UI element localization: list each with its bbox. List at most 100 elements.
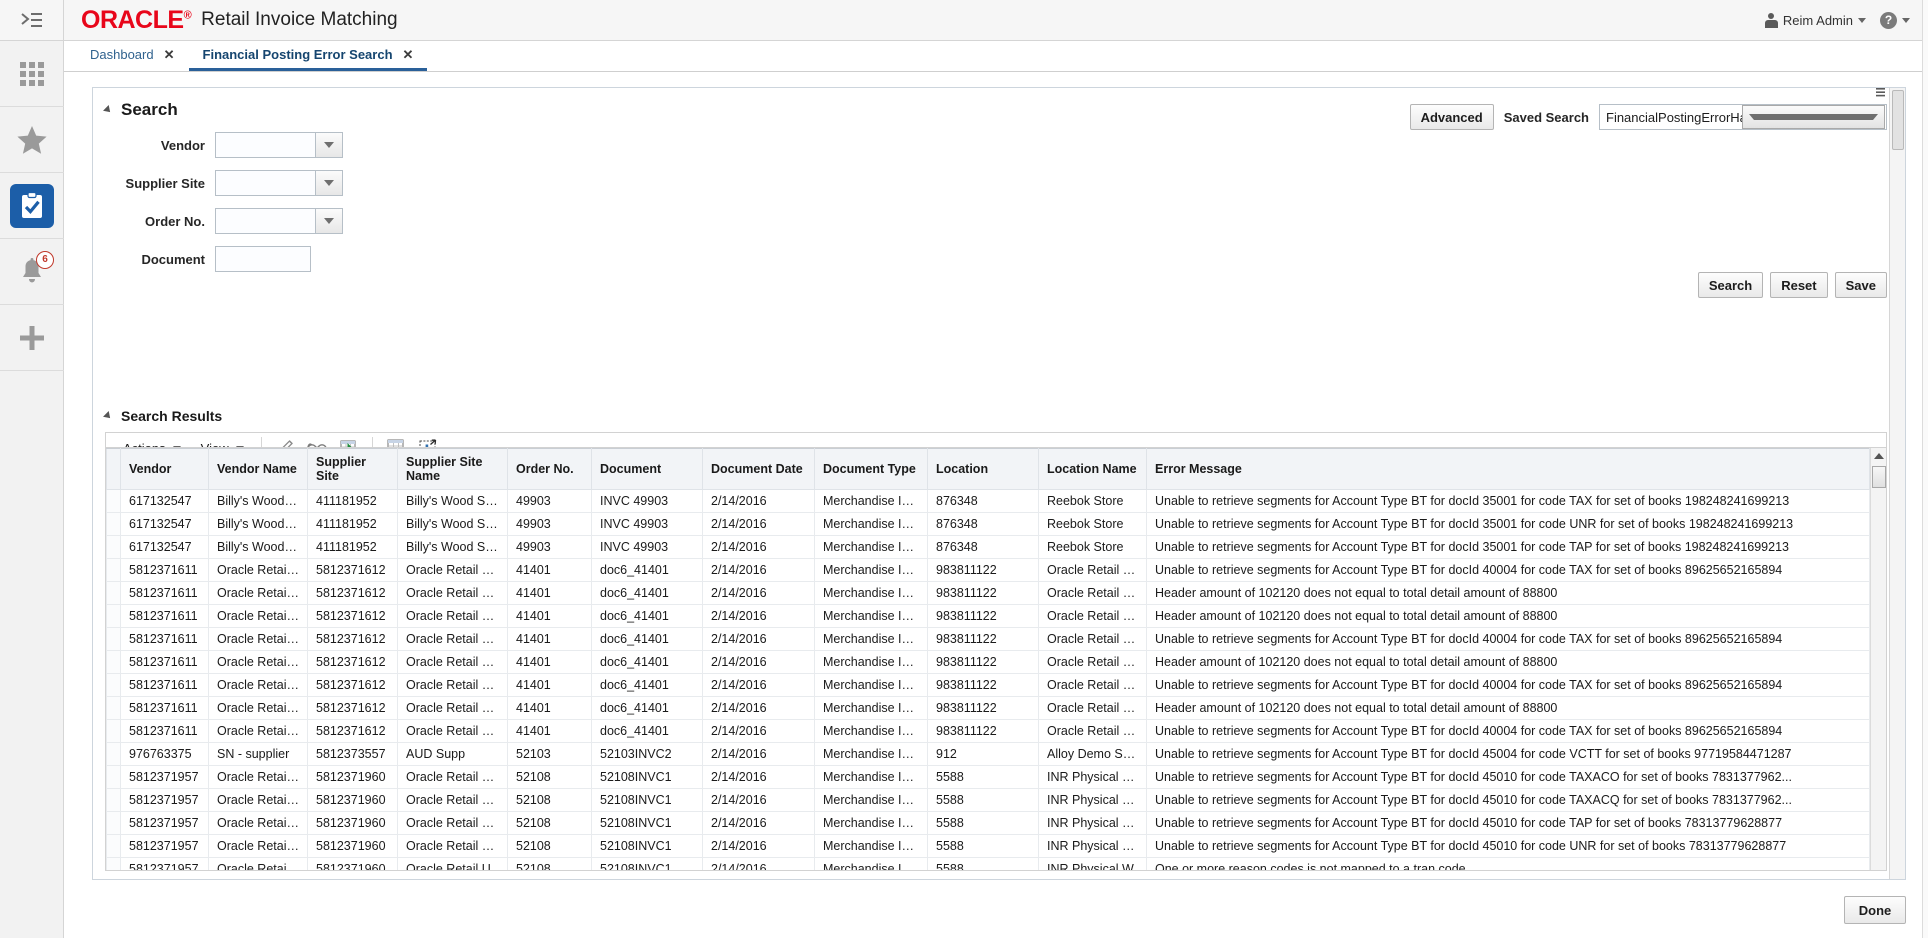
rail-item-tasks[interactable] [0,173,64,239]
table-cell: Merchandise Invoic [815,674,928,697]
table-cell: INR Physical W... [1039,812,1147,835]
collapse-triangle-icon[interactable] [103,411,113,421]
row-select-cell[interactable] [107,651,121,674]
user-menu[interactable]: Reim Admin [1765,13,1866,28]
document-label: Document [105,252,215,267]
table-row[interactable]: 617132547Billy's Wood Su...411181952Bill… [107,536,1870,559]
column-header-vendor[interactable]: Vendor [121,449,209,490]
supplier-site-lov[interactable] [215,170,343,196]
menu-toggle-button[interactable] [0,0,63,41]
table-cell: 5588 [928,789,1039,812]
table-cell: Merchandise Invoic [815,605,928,628]
rail-item-notifications[interactable]: 6 [0,239,64,305]
advanced-button[interactable]: Advanced [1410,104,1494,130]
supplier-site-dropdown-button[interactable] [315,171,342,195]
row-select-cell[interactable] [107,490,121,513]
row-select-cell[interactable] [107,766,121,789]
search-action-buttons: Search Reset Save [1698,272,1887,298]
table-row[interactable]: 5812371611Oracle Retail U...5812371612Or… [107,559,1870,582]
table-row[interactable]: 5812371611Oracle Retail U...5812371612Or… [107,697,1870,720]
table-cell: Oracle Retail U... [398,605,508,628]
resize-grip-icon[interactable] [1876,88,1885,99]
row-select-cell[interactable] [107,858,121,871]
rail-item-add[interactable] [0,305,64,371]
row-select-cell[interactable] [107,743,121,766]
help-menu[interactable]: ? [1880,12,1910,29]
tab-dashboard-close-icon[interactable]: ✕ [164,47,175,63]
done-button[interactable]: Done [1844,896,1906,924]
panel-scroll-thumb[interactable] [1892,90,1904,150]
table-row[interactable]: 5812371611Oracle Retail U...5812371612Or… [107,651,1870,674]
table-row[interactable]: 5812371957Oracle Retail U...5812371960Or… [107,789,1870,812]
order-no-lov[interactable] [215,208,343,234]
table-cell: 5812371957 [121,812,209,835]
column-header-supplier-site-name[interactable]: Supplier Site Name [398,449,508,490]
collapse-triangle-icon[interactable] [103,105,113,115]
scroll-up-arrow-icon[interactable] [1874,453,1884,459]
row-select-cell[interactable] [107,559,121,582]
row-select-cell[interactable] [107,674,121,697]
table-cell: 49903 [508,536,592,559]
saved-search-dropdown-button[interactable] [1742,105,1886,129]
search-button[interactable]: Search [1698,272,1763,298]
document-input[interactable] [215,246,311,272]
column-header-document-type[interactable]: Document Type [815,449,928,490]
tab-financial-posting-error-search[interactable]: Financial Posting Error Search ✕ [189,41,428,71]
table-row[interactable]: 5812371611Oracle Retail U...5812371612Or… [107,582,1870,605]
supplier-site-input[interactable] [216,171,315,195]
column-header-location[interactable]: Location [928,449,1039,490]
row-select-cell[interactable] [107,697,121,720]
table-cell: Oracle Retail U... [209,559,308,582]
row-select-cell[interactable] [107,513,121,536]
column-header-vendor-name[interactable]: Vendor Name [209,449,308,490]
order-no-input[interactable] [216,209,315,233]
results-vertical-scrollbar[interactable] [1870,448,1886,870]
table-row[interactable]: 5812371611Oracle Retail U...5812371612Or… [107,628,1870,651]
panel-vertical-scrollbar[interactable] [1889,88,1905,879]
table-row[interactable]: 5812371611Oracle Retail U...5812371612Or… [107,674,1870,697]
reset-button[interactable]: Reset [1770,272,1827,298]
row-select-cell[interactable] [107,536,121,559]
table-row[interactable]: 5812371957Oracle Retail U...5812371960Or… [107,835,1870,858]
table-cell: Oracle Retail U... [1039,605,1147,628]
column-header-location-name[interactable]: Location Name [1039,449,1147,490]
saved-search-select[interactable]: FinancialPostingErrorHandlingSearchVOCri… [1599,104,1887,130]
row-select-cell[interactable] [107,812,121,835]
search-results-header[interactable]: Search Results [105,408,1887,424]
tab-dashboard[interactable]: Dashboard ✕ [76,41,189,71]
column-header-document[interactable]: Document [592,449,703,490]
table-row[interactable]: 617132547Billy's Wood Su...411181952Bill… [107,490,1870,513]
table-cell: 5812371957 [121,789,209,812]
table-row[interactable]: 5812371957Oracle Retail U...5812371960Or… [107,766,1870,789]
table-row[interactable]: 617132547Billy's Wood Su...411181952Bill… [107,513,1870,536]
column-header-document-date[interactable]: Document Date [703,449,815,490]
column-header-error-message[interactable]: Error Message [1147,449,1870,490]
table-row[interactable]: 5812371611Oracle Retail U...5812371612Or… [107,720,1870,743]
vendor-lov[interactable] [215,132,343,158]
table-cell: 983811122 [928,559,1039,582]
add-plus-icon [15,321,49,355]
order-no-dropdown-button[interactable] [315,209,342,233]
row-select-cell[interactable] [107,605,121,628]
table-row[interactable]: 5812371957Oracle Retail U5812371960Oracl… [107,858,1870,871]
vendor-input[interactable] [216,133,315,157]
row-select-cell[interactable] [107,720,121,743]
column-header-order-no[interactable]: Order No. [508,449,592,490]
save-button[interactable]: Save [1835,272,1887,298]
scroll-thumb[interactable] [1872,466,1886,488]
table-header-row: Vendor Vendor Name Supplier Site Supplie… [107,449,1870,490]
rail-item-favorites[interactable] [0,107,64,173]
table-cell: doc6_41401 [592,628,703,651]
table-row[interactable]: 5812371957Oracle Retail U...5812371960Or… [107,812,1870,835]
row-select-cell[interactable] [107,628,121,651]
column-header-supplier-site[interactable]: Supplier Site [308,449,398,490]
row-select-cell[interactable] [107,835,121,858]
vendor-dropdown-button[interactable] [315,133,342,157]
row-select-cell[interactable] [107,582,121,605]
table-row[interactable]: 976763375SN - supplier5812373557AUD Supp… [107,743,1870,766]
tab-financial-posting-error-search-close-icon[interactable]: ✕ [403,47,414,63]
row-select-cell[interactable] [107,789,121,812]
rail-item-apps[interactable] [0,41,64,107]
row-select-header [107,449,121,490]
table-row[interactable]: 5812371611Oracle Retail U...5812371612Or… [107,605,1870,628]
